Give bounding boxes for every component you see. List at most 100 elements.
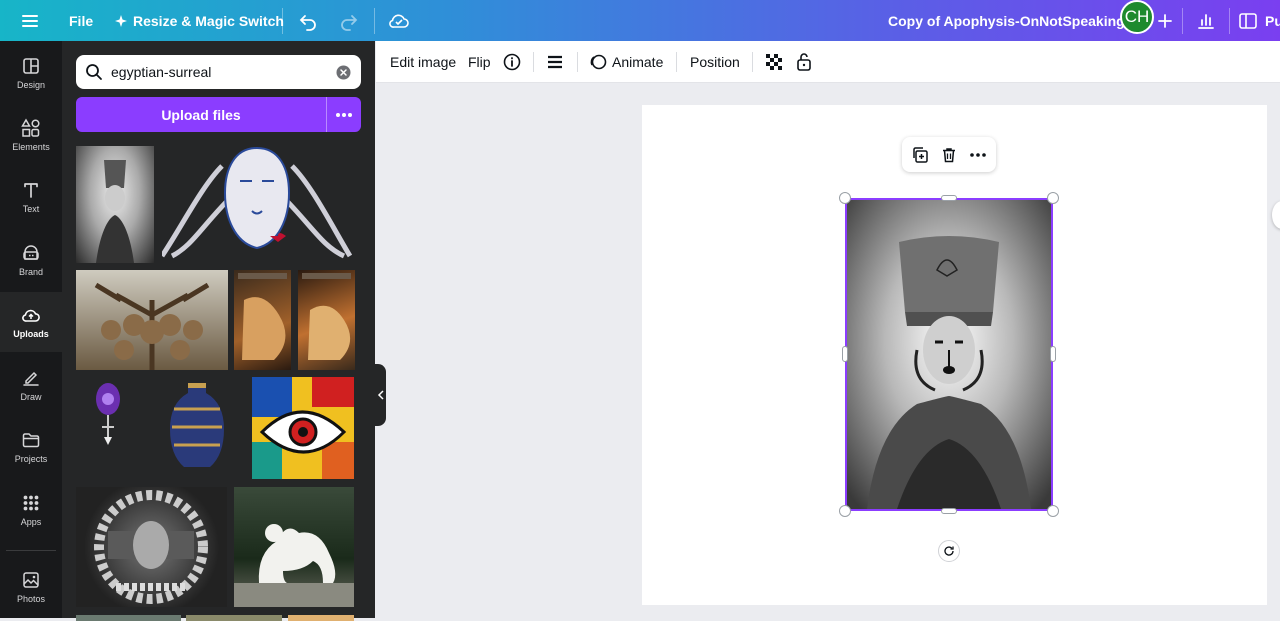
rail-item-text[interactable]: Text <box>0 167 62 227</box>
resize-magic-switch-button[interactable]: Resize & Magic Switch <box>114 0 284 41</box>
uploads-panel: egyptian-surreal Upload files <box>62 41 375 621</box>
rotate-handle[interactable] <box>938 540 960 562</box>
rail-item-brand[interactable]: Brand <box>0 230 62 290</box>
brand-icon <box>23 245 39 260</box>
upload-thumbnail[interactable] <box>186 615 282 621</box>
animate-button[interactable]: Animate <box>589 41 663 83</box>
upload-thumbnail[interactable] <box>162 146 352 263</box>
search-input[interactable]: egyptian-surreal <box>111 64 211 80</box>
rail-item-draw[interactable]: Draw <box>0 355 62 415</box>
rail-label: Draw <box>20 392 42 402</box>
resize-handle-right[interactable] <box>1050 346 1056 362</box>
menu-icon[interactable] <box>20 0 40 41</box>
resize-handle-bottom-left[interactable] <box>839 505 851 517</box>
scroll-side-button[interactable] <box>1272 201 1280 229</box>
publish-label: Pu <box>1265 12 1280 29</box>
divider <box>1229 8 1230 34</box>
delete-trash-icon[interactable] <box>934 137 964 172</box>
upload-thumbnail[interactable] <box>158 379 236 471</box>
lock-icon[interactable] <box>795 41 813 83</box>
redo-icon[interactable] <box>339 0 359 41</box>
undo-icon[interactable] <box>298 0 318 41</box>
rail-item-elements[interactable]: Elements <box>0 105 62 165</box>
rotate-icon <box>944 546 954 556</box>
divider <box>374 8 375 34</box>
avatar[interactable]: CH <box>1120 0 1154 34</box>
add-collaborator-icon[interactable] <box>1158 0 1172 41</box>
resize-handle-top-right[interactable] <box>1047 192 1059 204</box>
apps-grid-icon <box>23 495 39 511</box>
rail-item-uploads[interactable]: Uploads <box>0 292 62 352</box>
top-bar: File Resize & Magic Switch Copy of Apoph… <box>0 0 1280 41</box>
upload-thumbnail[interactable] <box>76 270 228 370</box>
publish-button[interactable]: Pu <box>1238 0 1280 41</box>
rail-item-photos[interactable]: Photos <box>0 557 62 617</box>
side-rail: Design Elements Text Brand Uploads Draw … <box>0 41 62 618</box>
resize-handle-bottom-right[interactable] <box>1047 505 1059 517</box>
rail-label: Photos <box>16 594 46 604</box>
transparency-icon[interactable] <box>765 41 783 83</box>
element-floating-menu <box>902 137 996 172</box>
upload-thumbnail[interactable] <box>298 270 355 370</box>
draw-icon <box>23 371 39 386</box>
resize-handle-bottom[interactable] <box>941 508 957 514</box>
upload-files-button[interactable]: Upload files <box>76 97 361 132</box>
rail-item-apps[interactable]: Apps <box>0 480 62 540</box>
rail-label: Uploads <box>13 329 49 339</box>
duplicate-icon[interactable] <box>905 137 935 172</box>
rail-label: Text <box>22 204 40 214</box>
folder-icon <box>22 433 40 448</box>
contextual-toolbar: Edit image Flip Animate Position <box>376 41 1280 83</box>
rail-item-projects[interactable]: Projects <box>0 417 62 477</box>
divider <box>6 550 56 551</box>
clear-search-icon[interactable] <box>336 65 351 80</box>
upload-thumbnail[interactable] <box>252 377 354 479</box>
file-menu-button[interactable]: File <box>69 0 93 41</box>
divider <box>282 8 283 34</box>
flip-button[interactable]: Flip <box>468 41 491 83</box>
resize-handle-top[interactable] <box>941 195 957 201</box>
divider <box>577 52 578 72</box>
upload-files-label: Upload files <box>161 106 241 123</box>
upload-thumbnail[interactable] <box>288 615 354 621</box>
rail-label: Elements <box>12 142 50 152</box>
share-icon <box>1239 12 1257 29</box>
selected-image[interactable] <box>845 198 1053 511</box>
document-title[interactable]: Copy of Apophysis-OnNotSpeaking <box>888 0 1125 41</box>
design-icon <box>23 58 39 74</box>
divider <box>533 52 534 72</box>
upload-thumbnail[interactable] <box>76 379 140 449</box>
more-options-icon[interactable] <box>963 137 993 172</box>
elements-icon <box>21 118 40 137</box>
resize-handle-left[interactable] <box>842 346 848 362</box>
resize-magic-switch-label: Resize & Magic Switch <box>133 12 284 29</box>
upload-thumbnail[interactable] <box>76 146 154 263</box>
border-style-icon[interactable] <box>546 41 564 83</box>
photos-icon <box>23 572 39 588</box>
upload-thumbnail[interactable] <box>234 270 291 370</box>
search-box[interactable]: egyptian-surreal <box>76 55 361 89</box>
rail-label: Projects <box>14 454 48 464</box>
chevron-left-icon <box>377 390 384 400</box>
resize-handle-top-left[interactable] <box>839 192 851 204</box>
position-button[interactable]: Position <box>690 41 740 83</box>
upload-thumbnail[interactable] <box>234 487 354 607</box>
collapse-panel-handle[interactable] <box>375 364 386 426</box>
upload-cloud-icon <box>22 309 40 322</box>
rail-label: Design <box>16 80 45 90</box>
divider <box>676 52 677 72</box>
divider <box>752 52 753 72</box>
cloud-saved-icon[interactable] <box>388 0 410 41</box>
rail-item-design[interactable]: Design <box>0 43 62 103</box>
rail-label: Apps <box>20 517 42 527</box>
upload-thumbnail[interactable] <box>76 615 181 621</box>
edit-image-button[interactable]: Edit image <box>390 41 456 83</box>
search-icon <box>86 64 102 80</box>
sparkle-icon <box>115 14 127 27</box>
animate-icon <box>590 54 607 70</box>
upload-more-options-icon[interactable] <box>326 97 361 132</box>
divider <box>1182 8 1183 34</box>
insights-chart-icon[interactable] <box>1196 0 1216 41</box>
upload-thumbnail[interactable] <box>76 487 227 607</box>
info-icon[interactable] <box>503 41 521 83</box>
